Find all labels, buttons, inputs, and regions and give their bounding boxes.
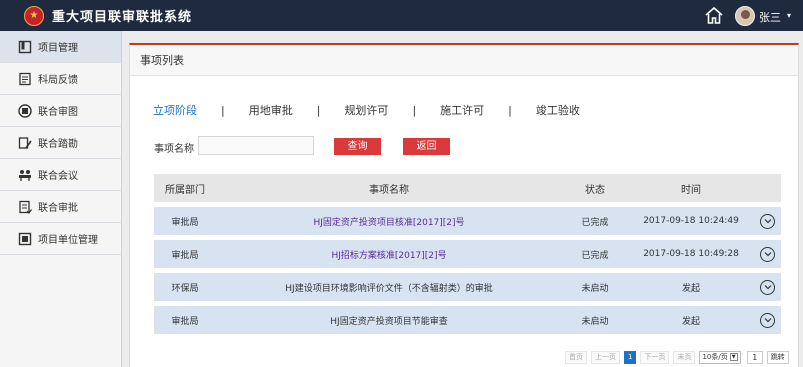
pagination: 首页 上一页 1 下一页 末页 10条/页 ▼ 跳转 (565, 350, 789, 364)
goto-button[interactable]: 跳转 (766, 350, 789, 364)
tab-separator: | (508, 103, 512, 117)
caret-down-icon[interactable]: ▾ (787, 11, 791, 20)
cell-launch[interactable]: 发起 (628, 281, 754, 294)
sidebar-item-label: 联合会议 (38, 171, 78, 182)
dropdown-arrow-icon: ▼ (729, 353, 738, 361)
sidebar-item-project-management[interactable]: 项目管理 (0, 31, 121, 63)
cell-time: 2017-09-18 10:49:28 (643, 249, 739, 259)
goto-page-input[interactable] (746, 350, 763, 364)
tab-construction-permit[interactable]: 施工许可 (440, 102, 484, 118)
user-avatar[interactable] (735, 6, 755, 26)
expand-chevron-icon[interactable] (760, 246, 775, 262)
item-name-link[interactable]: HJ固定资产投资项目核准[2017][2]号 (313, 218, 464, 228)
expand-chevron-icon[interactable] (760, 279, 775, 295)
cell-launch[interactable]: 发起 (628, 314, 754, 327)
sidebar-item-feedback[interactable]: 科局反馈 (0, 63, 121, 95)
cell-status: 未启动 (581, 283, 609, 294)
table-row: 审批局 HJ招标方案核准[2017][2]号 已完成 2017-09-18 10… (154, 240, 781, 268)
survey-icon (18, 136, 32, 150)
cell-dept: 审批局 (171, 316, 199, 327)
table-row: 环保局 HJ建设项目环境影响评价文件（不含辐射类）的审批 未启动 发起 (154, 273, 781, 301)
sidebar-item-joint-review[interactable]: 联合审图 (0, 95, 121, 127)
sidebar-item-label: 联合审图 (38, 107, 78, 118)
prev-page-button[interactable]: 上一页 (591, 350, 620, 364)
home-icon[interactable] (704, 6, 724, 25)
tab-separator: | (316, 103, 321, 117)
item-name-link[interactable]: HJ招标方案核准[2017][2]号 (331, 251, 446, 261)
sidebar: 项目管理 科局反馈 联合审图 联合踏勘 联合会议 联合审批 项目单位管理 (0, 31, 122, 367)
user-name[interactable]: 张三 (759, 9, 781, 25)
approval-icon (18, 200, 32, 214)
sidebar-item-label: 项目单位管理 (38, 235, 98, 246)
sidebar-item-joint-approval[interactable]: 联合审批 (0, 191, 121, 223)
tab-separator: | (221, 103, 225, 117)
stage-tabs: 立项阶段 | 用地审批 | 规划许可 | 施工许可 | 竣工验收 (153, 102, 580, 118)
cell-status: 已完成 (581, 250, 609, 261)
search-label: 事项名称 (154, 144, 194, 155)
tab-planning-permit[interactable]: 规划许可 (344, 102, 388, 118)
tab-project-approval[interactable]: 立项阶段 (153, 102, 197, 118)
last-page-button[interactable]: 末页 (673, 350, 696, 364)
app-title: 重大项目联审联批系统 (52, 10, 193, 25)
tab-separator: | (412, 103, 417, 117)
meeting-icon (18, 168, 32, 182)
cell-dept: 审批局 (171, 217, 199, 228)
table-row: 审批局 HJ固定资产投资项目核准[2017][2]号 已完成 2017-09-1… (154, 207, 781, 235)
next-page-button[interactable]: 下一页 (640, 350, 670, 364)
header-status: 状态 (585, 184, 605, 196)
items-table: 所属部门 事项名称 状态 时间 审批局 HJ固定资产投资项目核准[2017][2… (154, 174, 781, 334)
page-size-select[interactable]: 10条/页 ▼ (699, 350, 741, 364)
back-button[interactable]: 返回 (403, 138, 450, 155)
expand-chevron-icon[interactable] (760, 213, 775, 229)
page-size-value: 10条/页 (702, 353, 728, 361)
panel-title: 事项列表 (130, 45, 798, 76)
current-page-button[interactable]: 1 (624, 350, 637, 364)
header-dept: 所属部门 (165, 184, 205, 196)
cell-item-name: HJ建设项目环境影响评价文件（不含辐射类）的审批 (285, 283, 493, 294)
item-name-input[interactable] (198, 136, 314, 155)
table-row: 审批局 HJ固定资产投资项目节能审查 未启动 发起 (154, 306, 781, 334)
national-emblem-icon: ★ (24, 5, 44, 26)
tab-completion-acceptance[interactable]: 竣工验收 (536, 102, 580, 118)
item-list-panel: 事项列表 立项阶段 | 用地审批 | 规划许可 | 施工许可 | 竣工验收 事项… (129, 43, 799, 367)
sidebar-item-joint-survey[interactable]: 联合踏勘 (0, 127, 121, 159)
sidebar-item-label: 联合踏勘 (38, 139, 78, 150)
feedback-icon (18, 72, 32, 86)
book-icon (18, 40, 32, 54)
review-icon (18, 103, 32, 118)
cell-item-name: HJ固定资产投资项目节能审查 (330, 316, 448, 327)
tab-land-approval[interactable]: 用地审批 (249, 102, 293, 118)
cell-status: 已完成 (581, 217, 609, 228)
header-name: 事项名称 (369, 184, 409, 196)
sidebar-item-label: 项目管理 (38, 43, 78, 54)
sidebar-item-unit-management[interactable]: 项目单位管理 (0, 223, 121, 255)
cell-dept: 审批局 (171, 250, 199, 261)
sidebar-item-label: 联合审批 (38, 203, 78, 214)
main-content: 事项列表 立项阶段 | 用地审批 | 规划许可 | 施工许可 | 竣工验收 事项… (122, 31, 803, 367)
sidebar-item-label: 科局反馈 (38, 75, 78, 86)
cell-dept: 环保局 (171, 283, 199, 294)
expand-chevron-icon[interactable] (760, 312, 775, 328)
top-bar: ★ 重大项目联审联批系统 (0, 0, 803, 31)
header-time: 时间 (681, 184, 701, 196)
cell-time: 2017-09-18 10:24:49 (643, 216, 739, 226)
query-button[interactable]: 查询 (334, 138, 381, 155)
sidebar-item-joint-meeting[interactable]: 联合会议 (0, 159, 121, 191)
first-page-button[interactable]: 首页 (565, 350, 587, 364)
org-icon (18, 232, 32, 246)
table-header: 所属部门 事项名称 状态 时间 (154, 174, 781, 202)
cell-status: 未启动 (581, 316, 609, 327)
